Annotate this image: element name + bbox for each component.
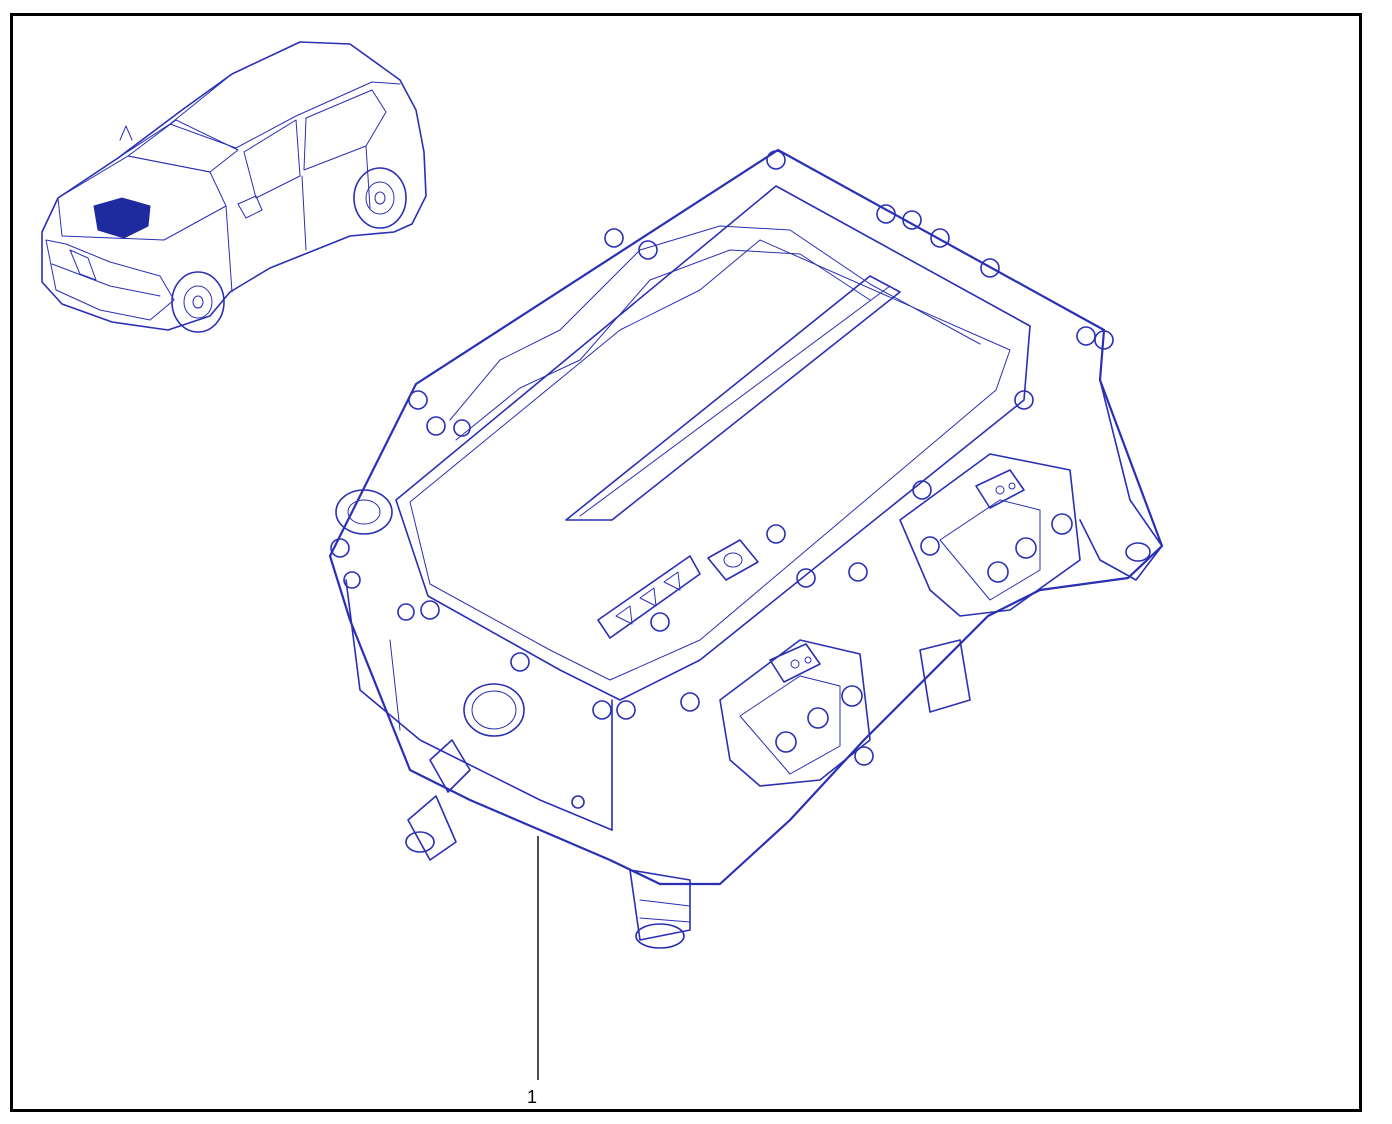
callout-label-1: 1 (527, 1087, 538, 1107)
component-location-highlight (93, 197, 151, 239)
vehicle-location-icon (41, 41, 427, 333)
exploded-parts-diagram (41, 41, 1164, 1080)
power-electronics-unit (328, 148, 1164, 949)
